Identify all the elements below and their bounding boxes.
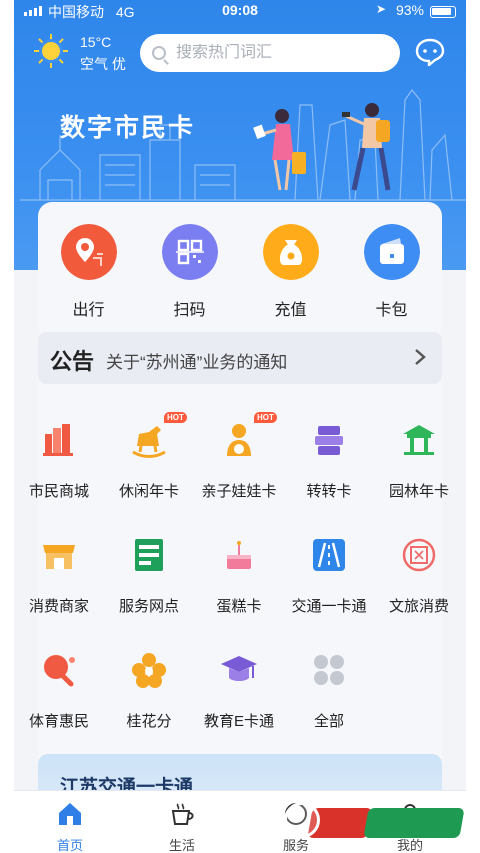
seal-icon bbox=[402, 538, 436, 572]
quick-action-label: 扫码 bbox=[173, 302, 206, 319]
temperature: 15°C bbox=[80, 34, 112, 50]
wallet-icon bbox=[364, 224, 420, 280]
hot-badge: HOT bbox=[164, 412, 187, 423]
all-grid-icon bbox=[314, 655, 344, 685]
service-label: 转转卡 bbox=[306, 483, 352, 500]
service-culture-tourism[interactable]: 文旅消费 bbox=[374, 527, 464, 627]
mall-icon bbox=[43, 424, 73, 456]
air-quality: 空气 优 bbox=[80, 56, 126, 72]
service-cake-card[interactable]: 蛋糕卡 bbox=[194, 527, 284, 627]
hero-title: 数字市民卡 bbox=[60, 114, 196, 142]
service-education-card[interactable]: 教育E卡通 bbox=[194, 642, 284, 742]
service-all[interactable]: 全部 bbox=[284, 642, 374, 742]
service-transfer-card[interactable]: 转转卡 bbox=[284, 412, 374, 512]
watermark-logo-icon bbox=[284, 802, 320, 838]
service-label: 休闲年卡 bbox=[118, 483, 179, 500]
tab-home[interactable]: 首页 bbox=[30, 791, 110, 853]
service-label: 消费商家 bbox=[28, 598, 89, 615]
notice-tag: 公告 bbox=[50, 349, 95, 374]
service-label: 全部 bbox=[313, 713, 344, 730]
road-icon bbox=[313, 539, 345, 571]
service-label: 园林年卡 bbox=[388, 483, 449, 500]
left-frame bbox=[0, 0, 14, 853]
sun-icon bbox=[34, 34, 68, 68]
service-osmanthus-points[interactable]: 桂花分 bbox=[104, 642, 194, 742]
service-label: 蛋糕卡 bbox=[216, 598, 262, 615]
service-merchants[interactable]: 消费商家 bbox=[14, 527, 104, 627]
quick-action-scan[interactable]: 扫码 bbox=[139, 202, 240, 319]
service-leisure-card[interactable]: HOT 休闲年卡 bbox=[104, 412, 194, 512]
quick-action-label: 充值 bbox=[274, 302, 307, 319]
battery-percent: 93% bbox=[395, 2, 424, 18]
service-transport-card[interactable]: 交通一卡通 bbox=[284, 527, 374, 627]
service-sports[interactable]: 体育惠民 bbox=[14, 642, 104, 742]
status-bar: 中国移动 4G 09:08 ➤ 93% bbox=[14, 0, 466, 22]
service-citizen-mall[interactable]: 市民商城 bbox=[14, 412, 104, 512]
service-garden-card[interactable]: 园林年卡 bbox=[374, 412, 464, 512]
quick-action-recharge[interactable]: 充值 bbox=[240, 202, 341, 319]
battery-icon bbox=[430, 6, 456, 18]
service-label: 市民商城 bbox=[28, 483, 89, 500]
service-outlets[interactable]: 服务网点 bbox=[104, 527, 194, 627]
right-frame bbox=[466, 0, 480, 853]
quick-action-wallet[interactable]: 卡包 bbox=[341, 202, 442, 319]
search-bar[interactable] bbox=[140, 34, 400, 72]
quick-action-travel[interactable]: 出行 bbox=[38, 202, 139, 319]
money-bag-icon bbox=[263, 224, 319, 280]
tab-label: 生活 bbox=[168, 838, 195, 853]
service-point-icon bbox=[135, 539, 163, 571]
chevron-right-icon bbox=[415, 349, 426, 365]
search-icon bbox=[152, 46, 166, 60]
service-label: 交通一卡通 bbox=[291, 598, 367, 615]
home-icon bbox=[59, 803, 81, 825]
main-card: 出行 扫码 充值 卡包 公告 关于“苏州通”业务的通知 市民商城 HOT 休闲年… bbox=[29, 202, 449, 844]
notice-text: 关于“苏州通”业务的通知 bbox=[106, 353, 288, 372]
service-label: 文旅消费 bbox=[388, 598, 449, 615]
service-label: 体育惠民 bbox=[28, 713, 89, 730]
notice-bar[interactable]: 公告 关于“苏州通”业务的通知 bbox=[38, 332, 442, 384]
child-icon bbox=[227, 424, 251, 456]
transfer-icon bbox=[315, 426, 343, 455]
tab-life[interactable]: 生活 bbox=[142, 791, 222, 853]
quick-action-label: 出行 bbox=[72, 302, 105, 319]
service-label: 亲子娃娃卡 bbox=[201, 483, 277, 500]
ping-pong-icon bbox=[44, 655, 75, 687]
quick-action-label: 卡包 bbox=[375, 302, 408, 319]
location-arrow-icon: ➤ bbox=[375, 2, 386, 16]
tab-label: 首页 bbox=[56, 838, 83, 853]
pavilion-icon bbox=[403, 425, 435, 455]
graduation-cap-icon bbox=[221, 656, 257, 681]
qr-code-icon bbox=[162, 224, 218, 280]
quick-actions: 出行 扫码 充值 卡包 bbox=[38, 202, 442, 319]
rocking-horse-icon bbox=[132, 426, 166, 458]
service-label: 服务网点 bbox=[118, 598, 179, 615]
man-figure bbox=[342, 103, 391, 191]
search-input[interactable] bbox=[176, 44, 376, 62]
message-icon[interactable] bbox=[415, 38, 445, 66]
service-label: 桂花分 bbox=[126, 713, 172, 730]
service-label: 教育E卡通 bbox=[203, 713, 274, 730]
location-pin-icon bbox=[61, 224, 117, 280]
site-watermark bbox=[280, 798, 470, 848]
service-kids-card[interactable]: HOT 亲子娃娃卡 bbox=[194, 412, 284, 512]
hot-badge: HOT bbox=[254, 412, 277, 423]
osmanthus-icon bbox=[132, 653, 166, 688]
shop-icon bbox=[43, 545, 75, 569]
coffee-icon bbox=[171, 803, 194, 825]
cake-icon bbox=[227, 541, 251, 569]
